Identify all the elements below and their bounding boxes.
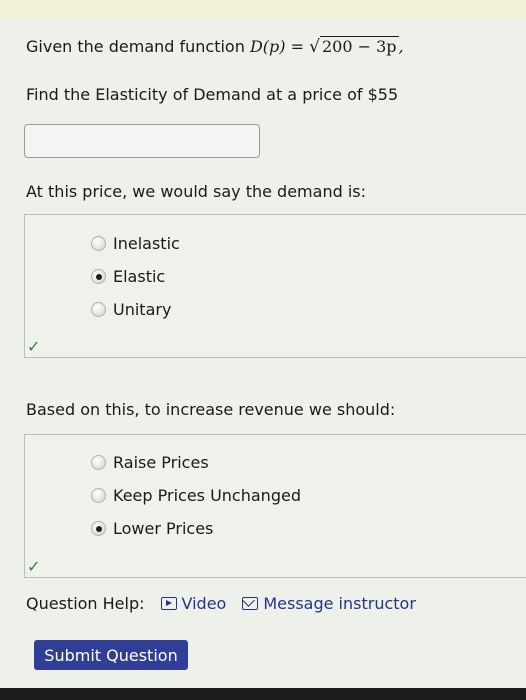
option-label: Unitary (113, 300, 172, 319)
square-root: √ 200 − 3p (309, 36, 399, 57)
option-label: Elastic (113, 267, 166, 286)
radio-unitary[interactable] (91, 302, 106, 317)
demand-type-options-box: Inelastic Elastic Unitary ✓ (24, 214, 526, 358)
radical-sign: √ (309, 37, 320, 57)
mail-icon (242, 597, 259, 610)
option-label: Lower Prices (113, 519, 214, 538)
check-icon: ✓ (27, 557, 41, 576)
radicand: 200 − 3p (319, 36, 399, 56)
option-label: Keep Prices Unchanged (113, 486, 301, 505)
check-icon: ✓ (27, 337, 41, 356)
function-lhs: D(p) (249, 37, 286, 56)
radio-raise-prices[interactable] (91, 455, 106, 470)
option-label: Inelastic (113, 234, 180, 253)
top-strip (0, 0, 526, 18)
radio-keep-prices[interactable] (91, 488, 106, 503)
radio-elastic[interactable] (91, 269, 106, 284)
option-unitary[interactable]: Unitary (91, 300, 171, 319)
message-instructor-link[interactable]: Message instructor (242, 594, 416, 613)
radio-lower-prices[interactable] (91, 521, 106, 536)
option-raise-prices[interactable]: Raise Prices (91, 453, 209, 472)
message-instructor-label: Message instructor (263, 594, 416, 613)
question-1-prompt: Find the Elasticity of Demand at a price… (26, 85, 399, 104)
video-link-label: Video (181, 594, 227, 613)
option-elastic[interactable]: Elastic (91, 267, 165, 286)
question-1-prefix: Given the demand function (26, 37, 245, 56)
radio-inelastic[interactable] (91, 236, 106, 251)
option-inelastic[interactable]: Inelastic (91, 234, 180, 253)
video-link[interactable]: Video (160, 594, 227, 613)
option-keep-prices[interactable]: Keep Prices Unchanged (91, 486, 301, 505)
question-3-prompt: Based on this, to increase revenue we sh… (26, 400, 396, 419)
submit-question-button[interactable]: Submit Question (34, 640, 188, 670)
demand-function: D(p) = √ 200 − 3p, (249, 36, 404, 57)
option-label: Raise Prices (113, 453, 209, 472)
revenue-action-options-box: Raise Prices Keep Prices Unchanged Lower… (24, 434, 526, 578)
equals-sign: = (290, 37, 305, 56)
question-help-row: Question Help: Video Message instructor (26, 594, 416, 613)
question-1-statement: Given the demand function D(p) = √ 200 − … (26, 36, 404, 57)
function-suffix: , (398, 37, 404, 56)
elasticity-answer-input[interactable] (24, 124, 260, 158)
video-icon (160, 597, 177, 610)
option-lower-prices[interactable]: Lower Prices (91, 519, 213, 538)
question-help-label: Question Help: (26, 594, 145, 613)
bottom-strip (0, 688, 526, 700)
question-2-prompt: At this price, we would say the demand i… (26, 182, 366, 201)
